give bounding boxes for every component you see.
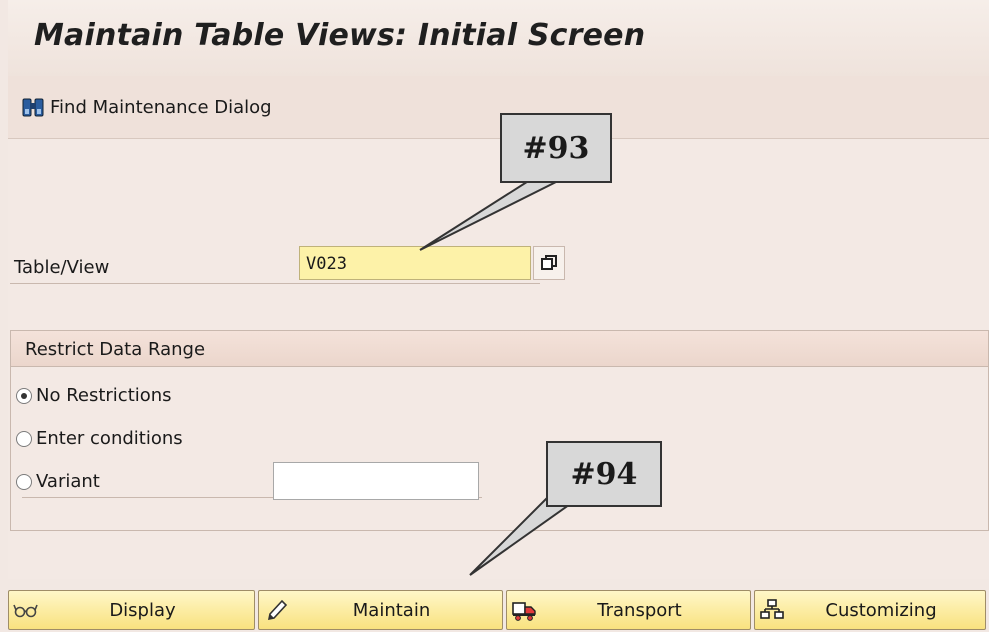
button-bar: Display Maintain Transport Customizing (8, 590, 989, 632)
maintain-label: Maintain (352, 599, 431, 621)
display-label: Display (109, 599, 176, 621)
hierarchy-icon (760, 599, 784, 619)
maintain-button[interactable]: Maintain (258, 590, 503, 630)
display-button[interactable]: Display (8, 590, 255, 630)
callout-94: #94 (546, 441, 662, 507)
customizing-button[interactable]: Customizing (754, 590, 986, 630)
transport-button[interactable]: Transport (506, 590, 751, 630)
glasses-icon (13, 604, 38, 618)
callout-pointer-93 (419, 179, 594, 576)
callout-93: #93 (500, 113, 612, 183)
transport-label: Transport (597, 599, 682, 621)
truck-icon (512, 602, 536, 621)
pencil-icon (267, 599, 288, 621)
customizing-label: Customizing (825, 599, 937, 621)
